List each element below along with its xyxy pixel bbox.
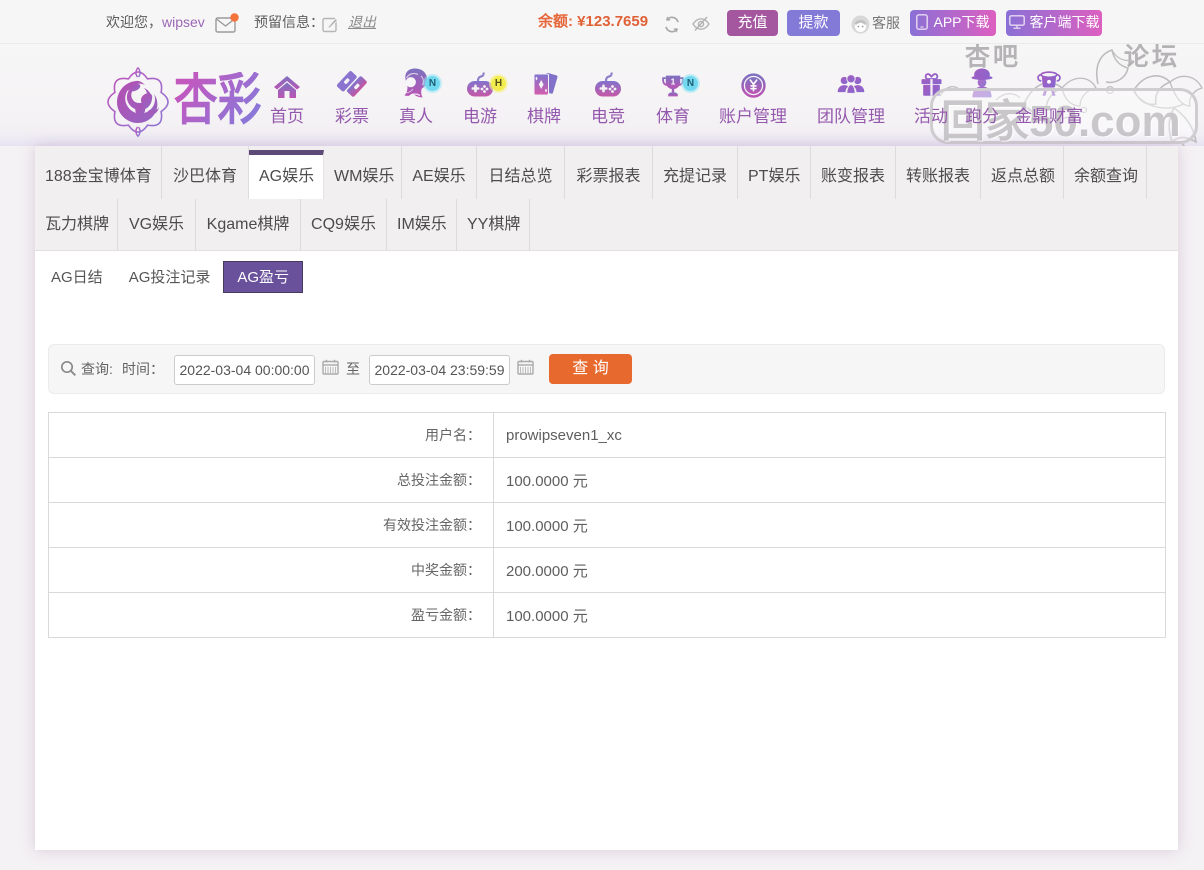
svg-text:1: 1 xyxy=(671,77,676,86)
